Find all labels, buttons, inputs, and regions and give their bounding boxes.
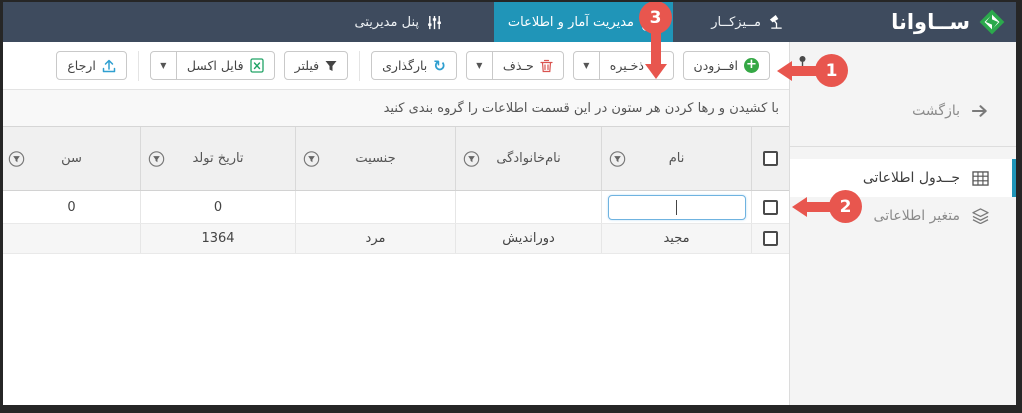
nav-tab-label: پنل مدیریتی <box>354 14 419 30</box>
cell-lastname <box>455 191 601 223</box>
delete-button[interactable]: حـذف <box>491 51 564 80</box>
funnel-circle-icon[interactable] <box>463 150 480 167</box>
row-checkbox[interactable] <box>763 199 778 215</box>
cell-gender <box>295 191 455 223</box>
delete-button-label: حـذف <box>502 58 534 73</box>
nav-tab-admin-panel[interactable]: پنل مدیریتی <box>341 2 456 42</box>
savana-diamond-icon <box>979 9 1005 35</box>
column-header-label: سن <box>61 151 82 166</box>
save-button[interactable]: ✓ ذخـیره <box>598 51 674 80</box>
grid-toolbar: + افــزودن ✓ ذخـیره ▼ حـذف ▼ ↻ بارگذاری … <box>3 42 789 90</box>
column-header-birthdate[interactable]: تاریخ تولد <box>140 127 295 190</box>
table-row: مجید دوراندیش مرد 1364 <box>3 224 789 254</box>
refer-button-label: ارجاع <box>67 58 96 73</box>
arrow-right-icon <box>972 105 987 117</box>
layers-icon <box>972 208 989 224</box>
pin-icon[interactable] <box>797 55 808 68</box>
main-content: + افــزودن ✓ ذخـیره ▼ حـذف ▼ ↻ بارگذاری … <box>3 42 789 405</box>
excel-button[interactable]: فایل اکسل <box>175 51 275 80</box>
grid-table-icon <box>972 170 989 186</box>
nav-tab-statistics[interactable]: مدیریت آمار و اطلاعات <box>493 2 673 42</box>
sidebar-item-label: متغیر اطلاعاتی <box>873 208 960 224</box>
name-input[interactable] <box>607 194 746 220</box>
sidebar-item-label: جــدول اطلاعاتی <box>862 170 960 186</box>
sidebar-item-data-table[interactable]: جــدول اطلاعاتی <box>790 159 1016 197</box>
column-header-name[interactable]: نام <box>601 127 751 190</box>
add-button[interactable]: + افــزودن <box>682 51 770 80</box>
upload-icon <box>102 59 116 72</box>
active-item-accent-bar <box>1012 159 1016 197</box>
plus-circle-icon: + <box>744 58 759 73</box>
load-button[interactable]: ↻ بارگذاری <box>371 51 457 80</box>
sidebar-item-data-variable[interactable]: متغیر اطلاعاتی <box>790 197 1016 235</box>
filter-button-label: فیلتر <box>294 58 320 73</box>
toolbar-divider <box>359 50 361 81</box>
delete-dropdown-button[interactable]: ▼ <box>465 51 493 80</box>
funnel-circle-icon[interactable] <box>148 150 165 167</box>
cell-name: مجید <box>601 224 751 253</box>
funnel-icon <box>325 60 337 71</box>
check-icon: ✓ <box>649 56 663 75</box>
row-checkbox[interactable] <box>763 231 778 246</box>
cell-birthdate: 0 <box>140 191 295 223</box>
save-button-group: ✓ ذخـیره ▼ <box>572 51 674 80</box>
header-checkbox-cell <box>751 127 789 190</box>
column-header-label: جنسیت <box>355 151 396 166</box>
add-button-label: افــزودن <box>693 58 738 73</box>
cell-lastname: دوراندیش <box>455 224 601 253</box>
row-checkbox-cell <box>751 191 789 223</box>
cell-birthdate: 1364 <box>140 224 295 253</box>
cell-name <box>601 191 751 223</box>
text-caret <box>676 199 677 215</box>
group-by-hint: با کشیدن و رها کردن هر ستون در این قسمت … <box>3 90 789 127</box>
chevron-down-icon: ▼ <box>160 61 167 70</box>
table-row-editing: 0 0 <box>3 191 789 224</box>
column-header-label: نام‌خانوادگی <box>496 151 561 166</box>
desk-lamp-icon <box>769 14 782 29</box>
funnel-circle-icon[interactable] <box>303 150 320 167</box>
cell-age <box>3 224 140 253</box>
save-button-label: ذخـیره <box>609 58 644 73</box>
sidebar-item-back[interactable]: بازگشت <box>790 92 1016 130</box>
column-header-gender[interactable]: جنسیت <box>295 127 455 190</box>
select-all-checkbox[interactable] <box>763 151 778 166</box>
excel-button-group: فایل اکسل ▼ <box>149 51 275 80</box>
table-header-row: نام نام‌خانوادگی جنسیت <box>3 127 789 191</box>
refresh-icon: ↻ <box>433 56 446 75</box>
save-dropdown-button[interactable]: ▼ <box>572 51 600 80</box>
bar-chart-icon <box>642 13 659 31</box>
column-header-label: نام <box>668 151 685 166</box>
column-header-age[interactable]: سن <box>3 127 140 190</box>
funnel-circle-icon[interactable] <box>8 150 25 167</box>
brand-name: ســاوانا <box>891 10 970 34</box>
chevron-down-icon: ▼ <box>476 61 483 70</box>
sidebar-divider <box>790 146 1016 147</box>
nav-tab-label: مــیزکــار <box>711 14 761 30</box>
column-header-label: تاریخ تولد <box>192 151 244 166</box>
nav-tab-label: مدیریت آمار و اطلاعات <box>507 14 634 30</box>
chevron-down-icon: ▼ <box>583 61 590 70</box>
trash-icon <box>540 59 553 72</box>
load-button-label: بارگذاری <box>382 58 428 73</box>
sliders-icon <box>428 15 441 29</box>
delete-button-group: حـذف ▼ <box>465 51 564 80</box>
nav-tab-desk[interactable]: مــیزکــار <box>697 2 798 42</box>
right-sidebar: بازگشت جــدول اطلاعاتی متغیر اطلاعاتی <box>789 42 1016 405</box>
cell-gender: مرد <box>295 224 455 253</box>
sidebar-item-label: بازگشت <box>912 103 960 119</box>
app-window: ســاوانا مــیزکــار مدیریت آمار و اطلاعا… <box>3 2 1016 405</box>
refer-button[interactable]: ارجاع <box>56 51 127 80</box>
cell-age: 0 <box>67 199 76 215</box>
excel-button-label: فایل اکسل <box>186 58 244 73</box>
filter-button[interactable]: فیلتر <box>283 51 349 80</box>
top-navbar: ســاوانا مــیزکــار مدیریت آمار و اطلاعا… <box>3 2 1016 42</box>
toolbar-divider <box>137 50 139 81</box>
row-checkbox-cell <box>751 224 789 253</box>
excel-file-icon <box>249 58 264 73</box>
excel-dropdown-button[interactable]: ▼ <box>149 51 177 80</box>
funnel-circle-icon[interactable] <box>609 150 626 167</box>
column-header-lastname[interactable]: نام‌خانوادگی <box>455 127 601 190</box>
brand-logo[interactable]: ســاوانا <box>891 2 1006 42</box>
